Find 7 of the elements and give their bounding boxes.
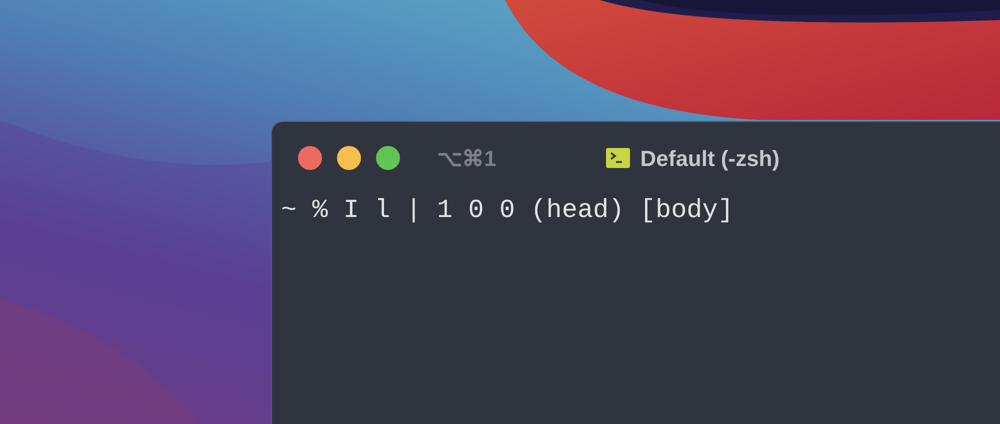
window-control-button[interactable] xyxy=(298,146,322,170)
tab-shortcut: ⌥⌘1 xyxy=(437,144,496,172)
window-control-button[interactable] xyxy=(376,146,400,170)
window-title: Default (-zsh) xyxy=(640,144,780,173)
terminal-line: ~ % I l | 1 0 0 (head) [body] xyxy=(281,194,734,226)
window-control-button[interactable] xyxy=(337,146,361,170)
terminal-icon xyxy=(606,148,630,168)
